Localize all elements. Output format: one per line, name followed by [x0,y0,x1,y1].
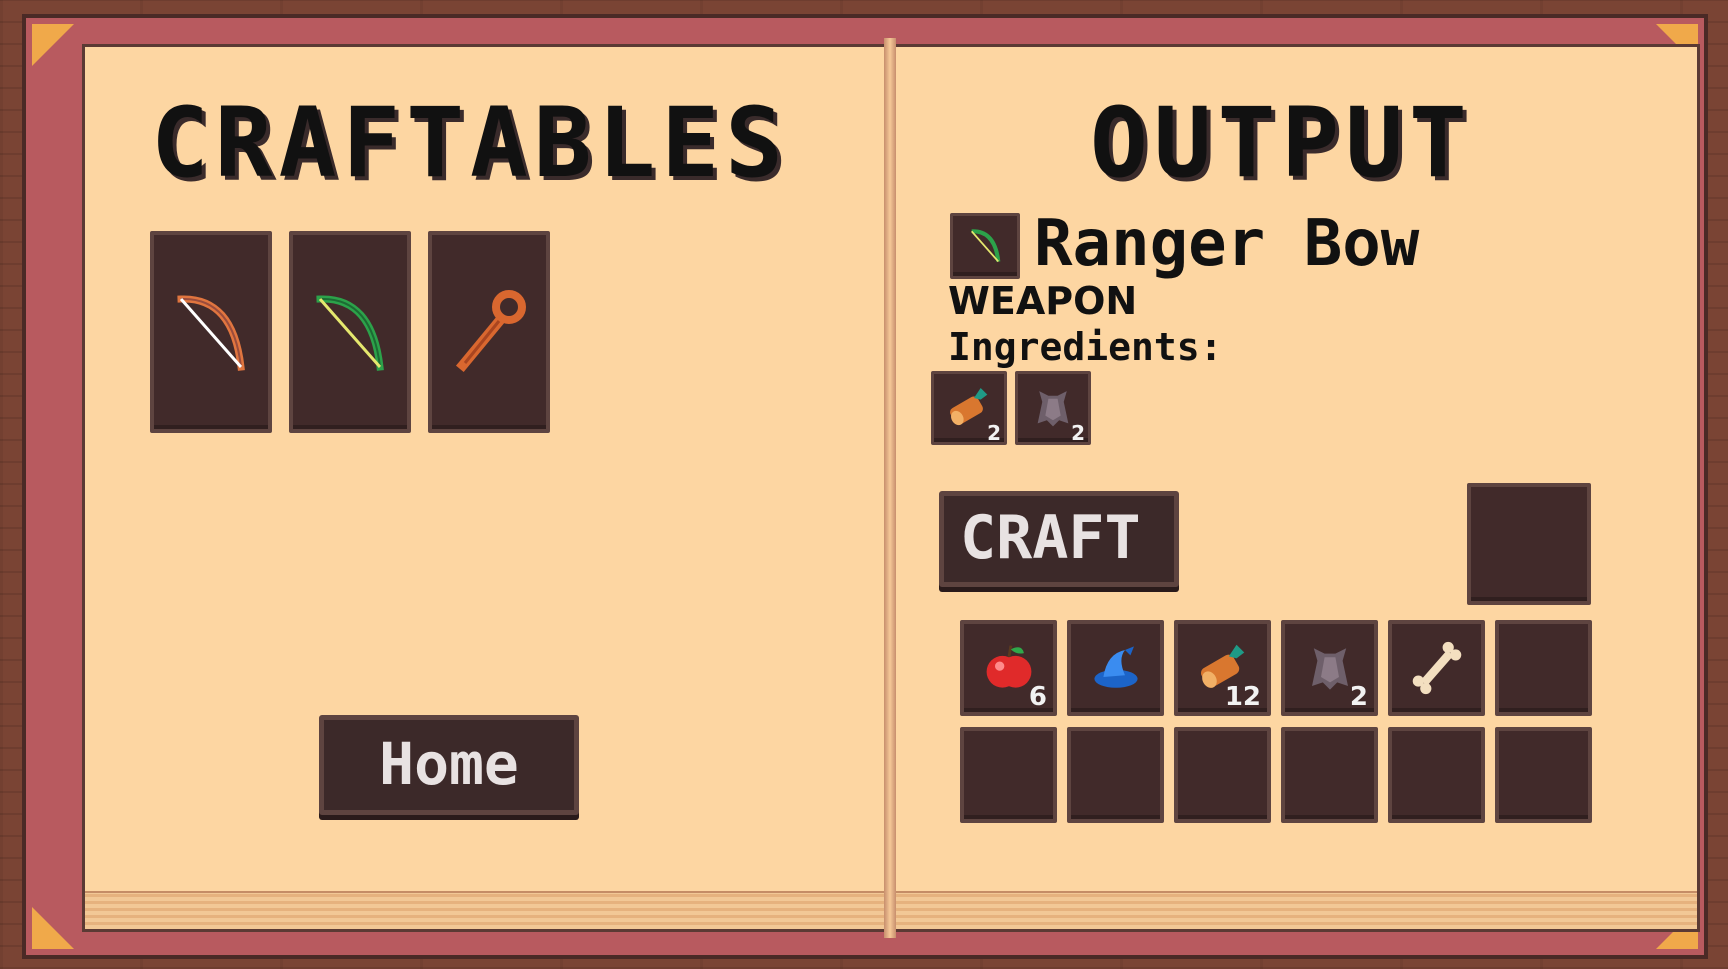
ingredient-count: 2 [987,421,1001,445]
craftables-title: CRAFTABLES [151,87,789,199]
wizard-hat-icon [1093,646,1138,688]
book-cover: CRAFTABLES Home OUTPUT Ranger Bow WEAPON… [22,14,1708,959]
craftable-slot-ranger-bow[interactable] [289,231,411,433]
ranger-bow-icon [971,229,1001,263]
item-count: 2 [1349,682,1368,712]
bone-icon [1412,641,1461,695]
ingredient-slot: 2 [1015,371,1091,445]
leather-hide-icon [1311,648,1348,690]
inventory-slot[interactable] [1174,727,1271,823]
ingredient-slot: 2 [931,371,1007,445]
selected-item-thumbnail [950,213,1020,279]
home-button[interactable]: Home [319,715,579,815]
output-title: OUTPUT [1090,87,1473,199]
item-count: 6 [1028,682,1047,712]
inventory-slot[interactable] [1067,727,1164,823]
inventory-slot[interactable] [1495,727,1592,823]
inventory-slot[interactable] [1388,727,1485,823]
ingredient-count: 2 [1071,421,1085,445]
wooden-bow-icon [177,295,245,371]
page-edge [894,891,1697,929]
inventory-slot[interactable] [1067,620,1164,716]
corner-ornament [32,24,74,66]
craftable-slot-wooden-staff[interactable] [428,231,550,433]
ingredients-label: Ingredients: [948,325,1223,369]
selected-item-name: Ranger Bow [1034,207,1420,281]
inventory-slot[interactable]: 12 [1174,620,1271,716]
craftable-slot-wooden-bow[interactable] [150,231,272,433]
inventory-slot[interactable] [1388,620,1485,716]
inventory-slot[interactable]: 6 [960,620,1057,716]
item-count: 12 [1224,682,1261,712]
inventory-slot[interactable] [1281,727,1378,823]
corner-ornament [32,907,74,949]
inventory-slot[interactable] [960,727,1057,823]
left-page-craftables: CRAFTABLES Home [82,44,894,932]
craft-button[interactable]: CRAFT [939,491,1179,587]
right-page-output: OUTPUT Ranger Bow WEAPON Ingredients: 2 … [892,44,1700,932]
craft-result-slot[interactable] [1467,483,1591,605]
selected-item-type: WEAPON [948,279,1138,323]
page-edge [85,891,894,929]
ranger-bow-icon [316,295,384,371]
wooden-staff-icon [455,290,526,373]
inventory-slot[interactable]: 2 [1281,620,1378,716]
inventory-slot[interactable] [1495,620,1592,716]
book-spine [884,38,896,938]
leather-hide-icon [1037,391,1069,427]
